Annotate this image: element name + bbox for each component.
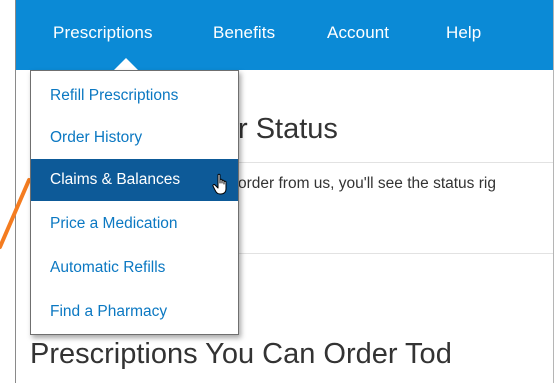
nav-item-help[interactable]: Help bbox=[446, 23, 481, 43]
menu-item-label: Claims & Balances bbox=[50, 171, 181, 188]
menu-item-label: Find a Pharmacy bbox=[50, 303, 168, 320]
hand-pointer-icon bbox=[212, 173, 227, 195]
nav-item-benefits[interactable]: Benefits bbox=[213, 23, 275, 43]
menu-item-refill-prescriptions[interactable]: Refill Prescriptions bbox=[31, 75, 238, 117]
order-status-heading: r Status bbox=[238, 113, 338, 145]
menu-item-find-a-pharmacy[interactable]: Find a Pharmacy bbox=[31, 291, 238, 333]
menu-item-automatic-refills[interactable]: Automatic Refills bbox=[31, 247, 238, 289]
menu-item-order-history[interactable]: Order History bbox=[31, 117, 238, 159]
menu-item-price-a-medication[interactable]: Price a Medication bbox=[31, 203, 238, 245]
active-nav-caret bbox=[114, 58, 138, 70]
menu-item-label: Order History bbox=[50, 129, 143, 146]
content-divider-bottom bbox=[238, 253, 553, 254]
prescriptions-dropdown-menu: Refill Prescriptions Order History Claim… bbox=[30, 70, 239, 335]
frame-right-border bbox=[553, 0, 554, 383]
top-navigation-bar: Prescriptions Benefits Account Help bbox=[16, 0, 553, 70]
menu-item-label: Automatic Refills bbox=[50, 259, 166, 276]
menu-item-label: Price a Medication bbox=[50, 215, 178, 232]
nav-item-prescriptions[interactable]: Prescriptions bbox=[53, 23, 153, 43]
order-status-text: order from us, you'll see the status rig bbox=[238, 175, 496, 192]
content-divider-top bbox=[238, 162, 553, 163]
order-today-heading: Prescriptions You Can Order Tod bbox=[30, 338, 452, 370]
screenshot-stage: Prescriptions Benefits Account Help r St… bbox=[0, 0, 560, 383]
order-status-text-container: order from us, you'll see the status rig bbox=[238, 172, 553, 200]
nav-item-account[interactable]: Account bbox=[327, 23, 389, 43]
menu-item-claims-balances[interactable]: Claims & Balances bbox=[31, 159, 238, 201]
order-status-heading-container: r Status bbox=[238, 100, 553, 160]
order-today-heading-container: Prescriptions You Can Order Tod bbox=[30, 334, 553, 378]
menu-item-label: Refill Prescriptions bbox=[50, 87, 179, 104]
